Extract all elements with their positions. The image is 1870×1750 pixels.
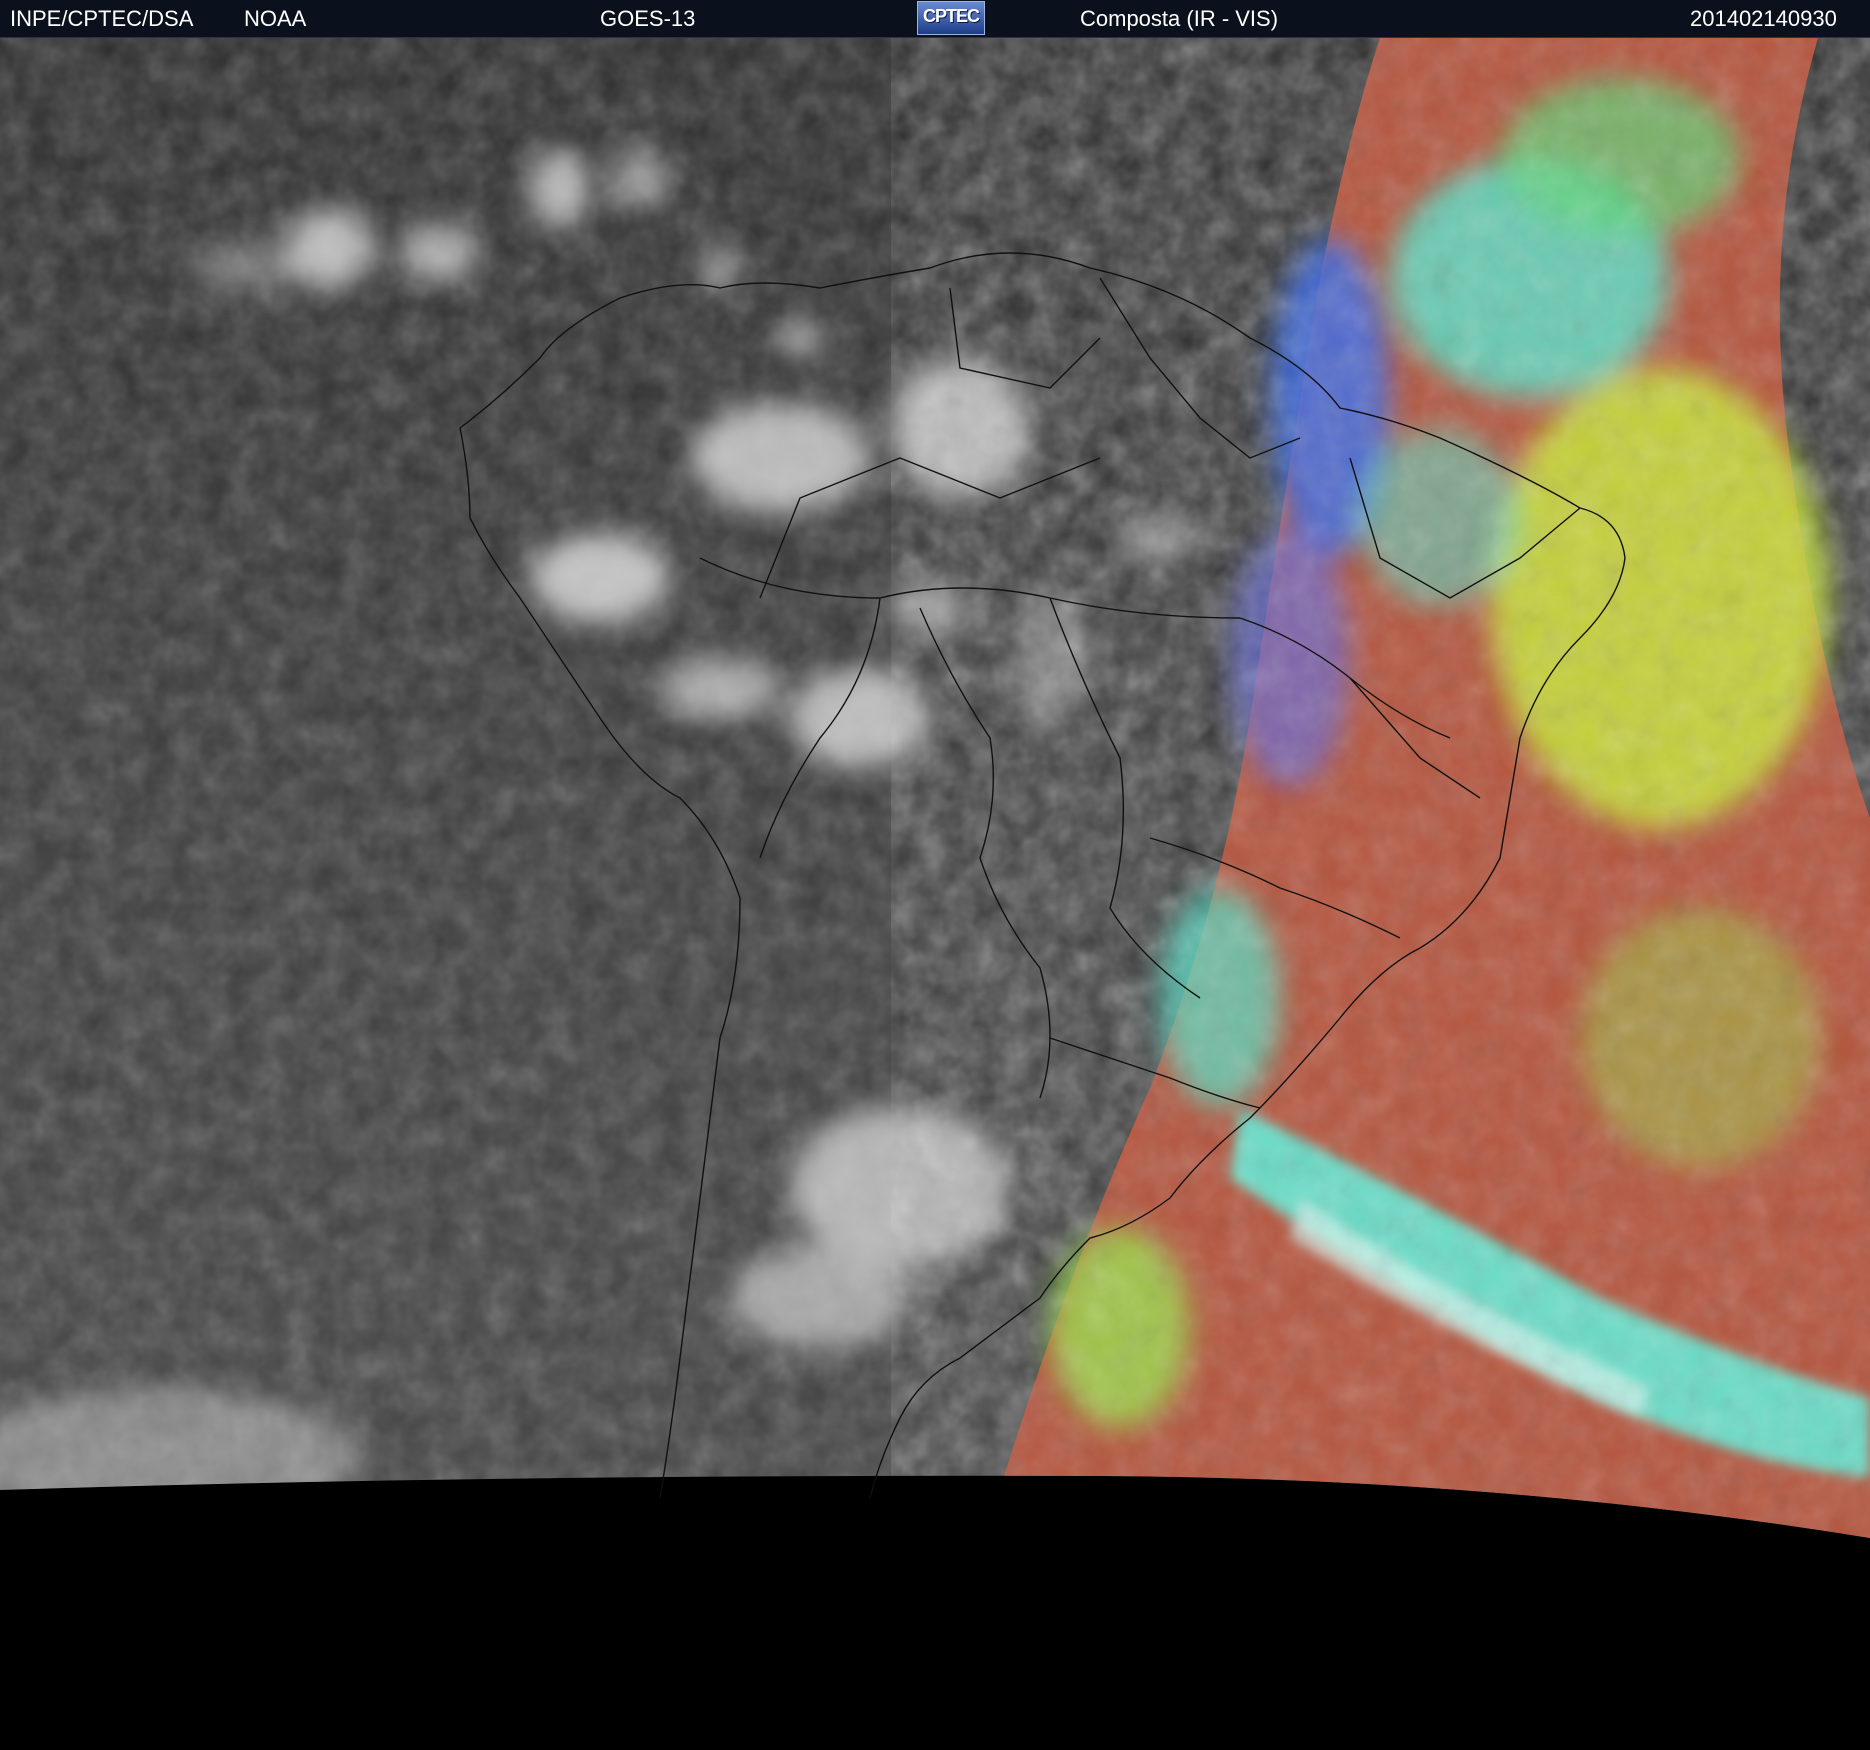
agency-label: NOAA — [244, 6, 307, 31]
earth-disk — [0, 38, 1870, 1538]
title-bar: INPE/CPTEC/DSA NOAA GOES-13 CPTEC Compos… — [0, 0, 1870, 38]
timestamp-label: 201402140930 — [1690, 6, 1837, 31]
cptec-logo: CPTEC — [917, 1, 985, 35]
vis-region — [980, 38, 1870, 1538]
product-label: Composta (IR - VIS) — [1080, 6, 1279, 31]
institution-label: INPE/CPTEC/DSA — [10, 6, 194, 31]
logo-text: CPTEC — [922, 6, 980, 26]
satellite-label: GOES-13 — [600, 6, 696, 31]
satellite-image — [0, 38, 1870, 1750]
